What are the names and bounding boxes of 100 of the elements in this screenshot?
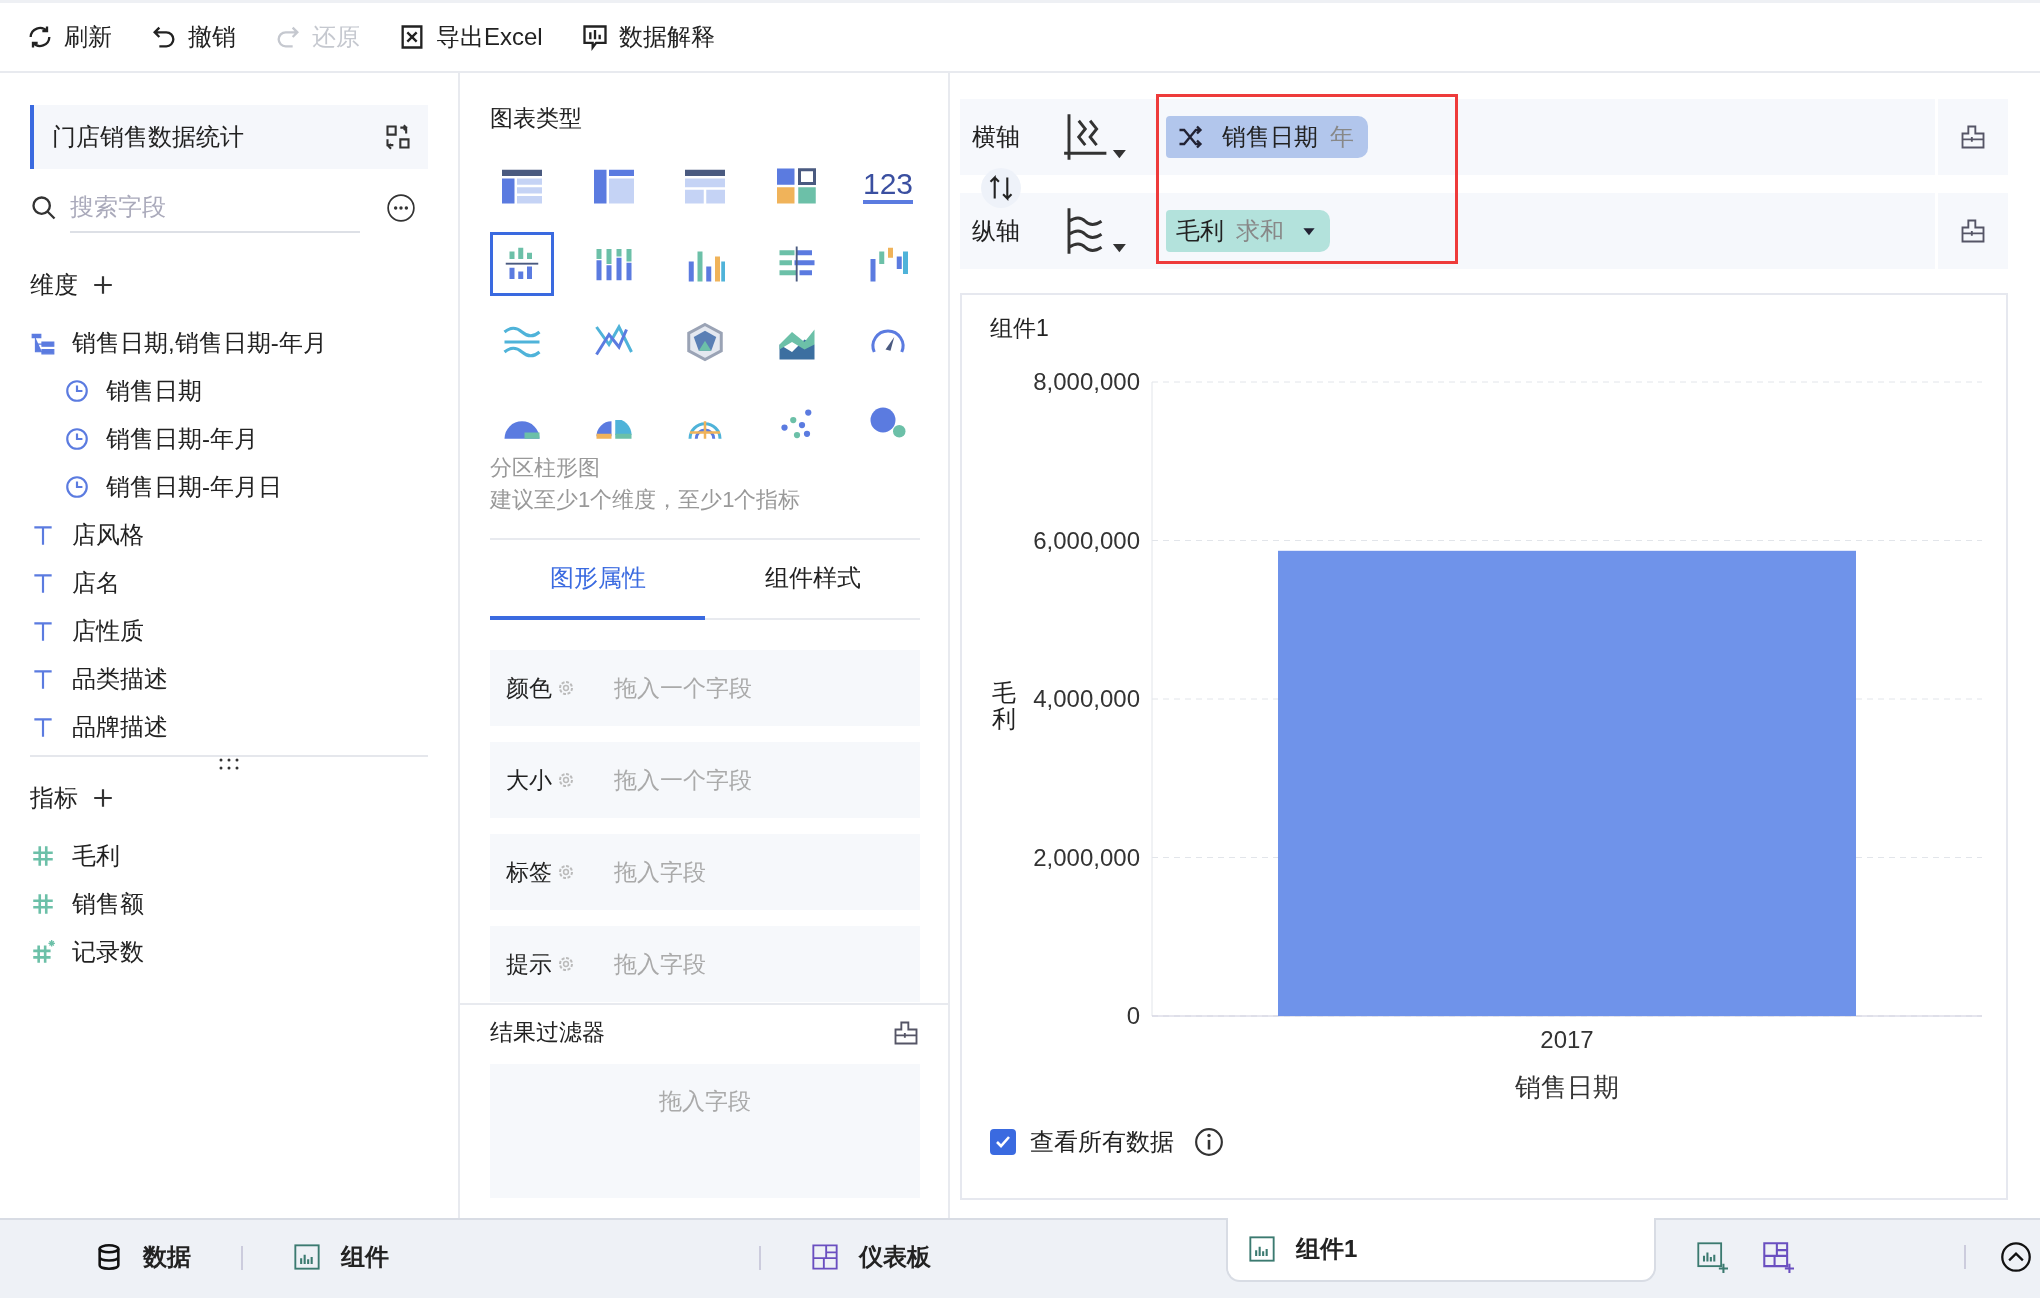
drop-placeholder: 拖入字段 [659, 1087, 751, 1116]
collapse-icon[interactable] [2000, 1241, 2032, 1273]
dataset-name: 门店销售数据统计 [52, 122, 244, 152]
property-label: 大小 [506, 765, 552, 795]
x-axis-title: 销售日期 [1515, 1072, 1619, 1102]
bar-chart-icon [293, 1243, 321, 1271]
bottom-tab[interactable]: 组件1 [1226, 1218, 1656, 1282]
add-chart-icon[interactable] [1696, 1241, 1728, 1273]
field-item[interactable]: 销售日期,销售日期-年月 [30, 319, 428, 367]
y-tick-label: 4,000,000 [1033, 685, 1140, 712]
x-tick-label: 2017 [1540, 1026, 1594, 1053]
checkbox[interactable] [990, 1129, 1016, 1155]
field-name: 店风格 [72, 520, 144, 550]
bar-chart-icon [580, 23, 609, 51]
property-label: 颜色 [506, 673, 552, 703]
aggregation-label: 求和 [1236, 216, 1284, 246]
grid-layout-icon [811, 1243, 839, 1271]
field-item[interactable]: 毛利 [30, 832, 428, 880]
clock-icon [64, 426, 90, 452]
field-name: 品牌描述 [72, 712, 168, 742]
section-title: 指标 [30, 783, 78, 813]
y-tick-label: 0 [1126, 1002, 1140, 1029]
property-label: 标签 [506, 857, 552, 887]
search-icon [30, 194, 58, 222]
property-drop-zone[interactable]: 提示 拖入字段 [490, 926, 920, 1002]
more-icon[interactable] [386, 193, 416, 223]
hash-icon [30, 843, 56, 869]
toolbar-button[interactable]: 导出Excel [398, 21, 543, 53]
panel-title: 图表类型 [490, 104, 583, 133]
field-name: 记录数 [72, 937, 144, 967]
clear-icon[interactable] [1959, 217, 1987, 245]
y-tick-label: 8,000,000 [1033, 368, 1140, 395]
add-layout-icon[interactable] [1762, 1241, 1794, 1273]
chart-type-hint: 建议至少1个维度，至少1个指标 [490, 486, 802, 514]
toolbar-button[interactable]: 撤销 [150, 21, 236, 53]
axis-label: 横轴 [972, 122, 1021, 152]
widget-title: 组件1 [990, 314, 1050, 343]
field-item[interactable]: 品类描述 [30, 655, 428, 703]
bar-chart-icon [1248, 1235, 1276, 1263]
field-name: 销售日期-年月 [106, 424, 258, 454]
field-name: 销售日期 [1222, 122, 1318, 152]
y-tick-label: 2,000,000 [1033, 843, 1140, 871]
bottom-tab[interactable]: 数据 [95, 1220, 231, 1294]
field-item[interactable]: 店性质 [30, 607, 428, 655]
bottom-tab[interactable]: 组件 [253, 1220, 429, 1294]
field-name: 销售日期-年月日 [106, 472, 282, 502]
aggregation-label: 年 [1330, 122, 1354, 152]
y-axis-title: 毛利 [992, 680, 1016, 733]
clock-icon [64, 474, 90, 500]
block-layout-icon [776, 166, 817, 206]
clock-icon [64, 378, 90, 404]
add-icon[interactable] [92, 787, 114, 809]
y-tick-label: 6,000,000 [1033, 526, 1140, 554]
field-name: 销售额 [72, 889, 144, 919]
drop-placeholder: 拖入字段 [614, 949, 706, 979]
axis-label: 纵轴 [972, 216, 1021, 246]
toolbar-button[interactable]: 数据解释 [580, 21, 715, 53]
field-item[interactable]: 店风格 [30, 511, 428, 559]
field-name: 销售日期 [106, 376, 202, 406]
field-item[interactable]: 销售日期-年月日 [30, 463, 428, 511]
field-item[interactable]: 品牌描述 [30, 703, 428, 751]
field-name: 毛利 [72, 841, 120, 871]
field-pill[interactable]: 销售日期 年 [1166, 116, 1368, 158]
property-drop-zone[interactable]: 大小 拖入一个字段 [490, 742, 920, 818]
drag-handle-icon[interactable] [217, 757, 241, 771]
field-name: 毛利 [1176, 216, 1224, 246]
bottom-tab[interactable]: 仪表板 [771, 1220, 971, 1294]
chart-type-button[interactable] [490, 232, 554, 296]
section-title: 维度 [30, 270, 78, 300]
field-item[interactable]: 销售日期 [30, 367, 428, 415]
info-icon[interactable] [1194, 1127, 1224, 1157]
search-field[interactable]: 搜索字段 [70, 183, 360, 233]
field-name: 品类描述 [72, 664, 168, 694]
toolbar-button[interactable]: 刷新 [26, 21, 112, 53]
chart-type-button[interactable]: 123 [856, 154, 920, 218]
switch-icon[interactable] [384, 123, 412, 151]
hash-icon [30, 891, 56, 917]
checkbox-label: 查看所有数据 [1030, 1127, 1174, 1157]
tab[interactable]: 组件样式 [705, 540, 920, 620]
swap-axes-icon[interactable] [980, 167, 1022, 209]
field-name: 店性质 [72, 616, 144, 646]
section-title: 结果过滤器 [490, 1018, 605, 1047]
property-drop-zone[interactable]: 颜色 拖入一个字段 [490, 650, 920, 726]
field-item[interactable]: 店名 [30, 559, 428, 607]
axis-wave-icon[interactable] [1062, 111, 1128, 163]
add-icon[interactable] [92, 274, 114, 296]
field-item[interactable]: 销售额 [30, 880, 428, 928]
field-item[interactable]: 销售日期-年月 [30, 415, 428, 463]
database-icon [95, 1243, 123, 1271]
field-pill[interactable]: 毛利 求和 [1166, 210, 1330, 252]
clear-icon[interactable] [1959, 123, 1987, 151]
radar-icon [685, 322, 725, 362]
tab[interactable]: 图形属性 [490, 540, 705, 620]
field-name: 销售日期,销售日期-年月 [72, 328, 327, 358]
pie-chart-icon [502, 420, 542, 440]
drop-placeholder: 拖入字段 [614, 857, 706, 887]
field-item[interactable]: 记录数 [30, 928, 428, 976]
hash-icon [30, 939, 56, 965]
chart-type-name: 分区柱形图 [490, 454, 601, 482]
property-drop-zone[interactable]: 标签 拖入字段 [490, 834, 920, 910]
